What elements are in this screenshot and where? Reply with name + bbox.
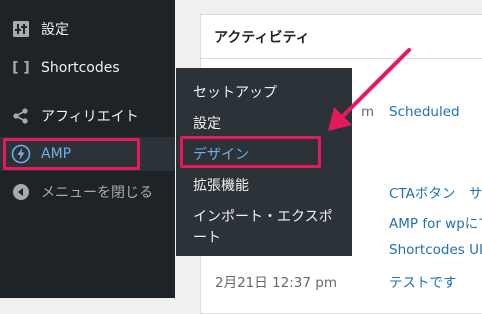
sidebar-item-label: アフィリエイト bbox=[41, 109, 139, 125]
activity-time-partial: m bbox=[361, 104, 375, 120]
settings-sliders-icon bbox=[11, 19, 31, 39]
sidebar-item-affiliate[interactable]: アフィリエイト bbox=[0, 99, 175, 133]
amp-highlight-box bbox=[3, 138, 140, 170]
sidebar-item-label: Shortcodes bbox=[41, 60, 120, 76]
activity-post-link[interactable]: CTAボタン サ bbox=[389, 182, 482, 202]
submenu-item-import-export-wrap: ート bbox=[193, 230, 221, 246]
design-highlight-box bbox=[180, 136, 321, 168]
brackets-icon: [ ] bbox=[12, 60, 30, 76]
sidebar-item-label: メニューを閉じる bbox=[41, 185, 153, 201]
activity-title: アクティビティ bbox=[214, 30, 310, 46]
activity-post-link[interactable]: AMP for wpにて bbox=[389, 212, 482, 232]
activity-date: 2月21日 12:37 pm bbox=[215, 275, 337, 291]
activity-widget-header: アクティビティ bbox=[201, 15, 482, 59]
submenu-item-import-export[interactable]: インポート・エクスポ bbox=[193, 206, 333, 226]
collapse-arrow-icon bbox=[11, 182, 31, 202]
submenu-item-settings[interactable]: 設定 bbox=[193, 113, 221, 133]
activity-post-link[interactable]: テストです bbox=[389, 271, 457, 291]
sidebar-item-settings[interactable]: 設定 bbox=[0, 12, 175, 46]
sidebar-item-shortcodes[interactable]: [ ] Shortcodes bbox=[0, 51, 175, 85]
submenu-item-setup[interactable]: セットアップ bbox=[193, 82, 277, 102]
collapse-menu-button[interactable]: メニューを閉じる bbox=[0, 175, 175, 209]
share-icon bbox=[11, 106, 31, 126]
activity-post-link[interactable]: Shortcodes UI bbox=[389, 242, 482, 258]
sidebar-item-label: 設定 bbox=[41, 22, 69, 38]
scheduled-link[interactable]: Scheduled bbox=[389, 104, 460, 120]
submenu-item-extensions[interactable]: 拡張機能 bbox=[193, 175, 249, 195]
